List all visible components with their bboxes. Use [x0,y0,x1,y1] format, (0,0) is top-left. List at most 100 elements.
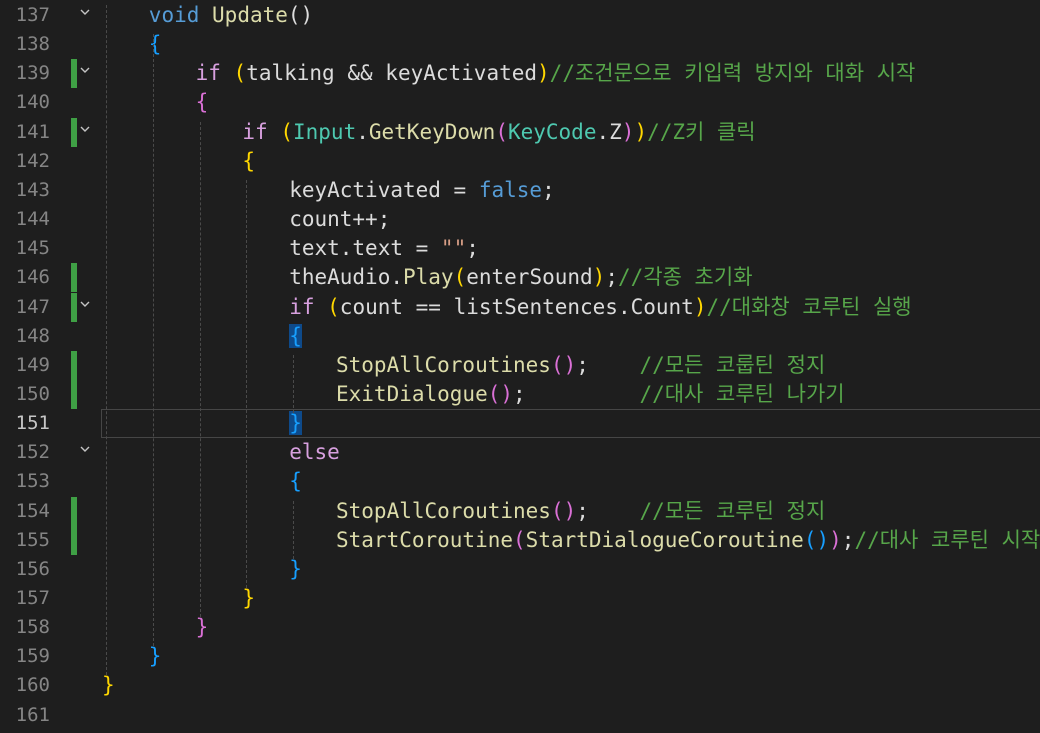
indent-guide [246,179,247,588]
line-number: 154 [15,499,50,522]
code-text: if (Input.GetKeyDown(KeyCode.Z))//Z키 클릭 [242,118,755,147]
code-token: if [195,61,221,86]
code-line[interactable]: 157} [0,584,1040,613]
line-number: 145 [15,237,50,260]
code-line[interactable]: 145 text.text = ""; [0,234,1040,263]
code-editor[interactable]: 137 void Update() 138 {139 if (talking && ke… [0,0,1040,733]
code-text: { [149,30,162,59]
line-number: 144 [15,208,50,231]
code-line[interactable]: 144 count++; [0,205,1040,234]
indent-guide [106,5,107,676]
code-token: ) [592,265,606,290]
code-token: } [289,556,302,581]
code-text: text.text = ""; [289,234,479,263]
code-token: ; [576,498,640,523]
line-number: 148 [15,324,50,347]
line-number: 151 [15,412,50,435]
code-token: { [289,469,302,494]
line-number: 141 [15,120,50,143]
line-number: 153 [15,470,50,493]
code-token: () [803,527,830,552]
code-line[interactable]: 161 [0,701,1040,730]
chevron-down-icon[interactable] [78,298,92,312]
change-marker [71,263,77,293]
code-text: { [289,467,302,496]
line-number: 152 [15,441,50,464]
code-text: } [289,409,302,438]
code-token: ) [537,61,550,86]
chevron-down-icon[interactable] [78,6,92,20]
code-text: } [196,613,209,642]
code-line[interactable]: 156} [0,555,1040,584]
code-line[interactable]: 152 else [0,438,1040,467]
indent-guide [293,500,294,559]
line-number: 158 [15,616,50,639]
code-line[interactable]: 155 StartCoroutine(StartDialogueCoroutine… [0,525,1040,555]
code-token: && [334,61,386,86]
code-token: Count [630,294,694,319]
code-token: GetKeyDown [368,119,496,144]
change-marker [71,379,77,409]
code-line[interactable]: 137 void Update() [0,1,1040,30]
code-token: ( [327,294,340,319]
code-token: { [289,323,302,348]
line-number: 157 [15,587,50,609]
code-token: count == listSentences [339,294,618,319]
code-token: StopAllCoroutines [336,352,551,377]
code-line[interactable]: 153 { [0,467,1040,496]
line-number: 156 [15,557,50,580]
code-line[interactable]: 150 ExitDialogue(); //대사 코루틴 나가기 [0,379,1040,409]
line-number: 150 [15,382,50,405]
code-line[interactable]: 139 if (talking && keyActivated)//조건문으로 키… [0,59,1040,89]
change-marker [71,350,77,380]
code-line[interactable]: 138 { [0,30,1040,59]
code-token: ; [605,265,618,290]
code-line[interactable]: 140 { [0,88,1040,117]
line-number: 160 [15,674,50,697]
code-token: () [550,498,577,523]
code-line[interactable]: 141 if (Input.GetKeyDown(KeyCode.Z))//Z키 … [0,117,1040,147]
code-line[interactable]: 159} [0,642,1040,671]
code-text: count++; [289,205,390,234]
code-token: ; [576,352,640,377]
code-token: //Z키 클릭 [647,119,756,144]
code-token: ExitDialogue [336,381,488,406]
chevron-down-icon[interactable] [78,443,92,457]
code-text: keyActivated = false; [289,176,555,205]
code-token: //모든 코룹틴 정지 [639,352,826,377]
line-number: 137 [15,4,50,26]
line-number: 161 [15,703,50,726]
code-line[interactable]: 158} [0,613,1040,642]
code-token: .text = [339,236,441,261]
code-token: { [242,148,256,173]
code-line[interactable]: 151} [0,409,1040,439]
code-token: talking [246,61,335,86]
code-token: () [550,352,577,377]
code-text: } [242,584,255,613]
chevron-down-icon[interactable] [78,123,92,137]
code-line[interactable]: 148 { [0,322,1040,351]
indent-guide [153,34,154,647]
change-marker [71,525,77,555]
code-token: } [102,673,115,698]
code-line[interactable]: 142 { [0,147,1040,176]
code-token: . [617,294,631,319]
code-token: } [195,615,209,640]
code-line[interactable]: 154 StopAllCoroutines(); //모든 코루틴 정지 [0,496,1040,526]
chevron-down-icon[interactable] [78,64,92,78]
line-number: 138 [15,33,50,56]
code-line[interactable]: 160} [0,671,1040,700]
code-text: } [289,555,302,584]
code-line[interactable]: 146 theAudio.Play(enterSound);//각종 초기화 [0,263,1040,293]
code-text: if (count == listSentences.Count)//대화창 코… [289,293,911,322]
code-line[interactable]: 147 if (count == listSentences.Count)//대화… [0,292,1040,322]
code-token: () [487,381,514,406]
code-text: theAudio.Play(enterSound);//각종 초기화 [289,263,752,292]
code-text: ExitDialogue(); //대사 코루틴 나가기 [336,380,845,409]
code-line[interactable]: 149 StopAllCoroutines(); //모든 코룹틴 정지 [0,350,1040,380]
code-token: //대화창 코루틴 실행 [706,294,912,319]
code-token: KeyCode [507,119,597,144]
code-text: { [289,322,302,351]
code-line[interactable]: 143 keyActivated = false; [0,176,1040,205]
